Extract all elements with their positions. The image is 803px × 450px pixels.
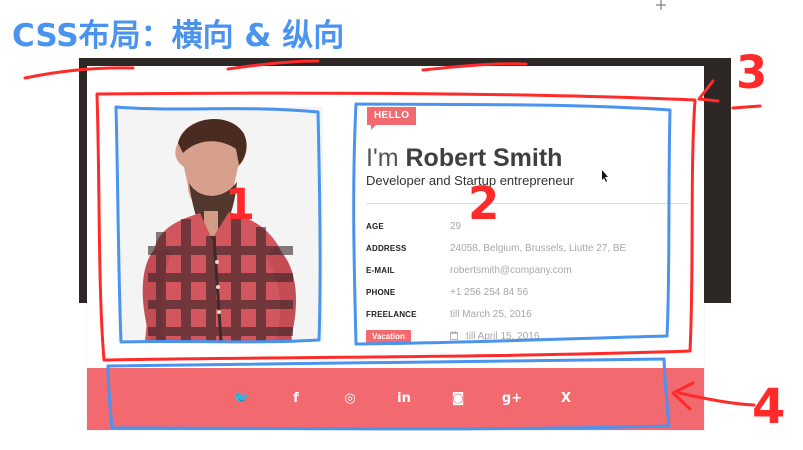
vacation-badge: Vacation [366,330,411,344]
detail-label-email: E-MAIL [366,266,395,275]
profile-card: HELLO I'm Robert Smith Developer and Sta… [87,66,704,430]
profile-name: Robert Smith [405,144,563,172]
profile-photo [118,107,323,341]
annotation-marker-3: 3 [736,46,767,99]
detail-row-address: ADDRESS 24058, Belgium, Brussels, Liutte… [366,238,686,260]
detail-value-phone[interactable]: +1 256 254 84 56 [450,282,528,304]
detail-row-age: AGE 29 [366,216,686,238]
person-photo-illustration [118,107,323,341]
detail-value-freelance: till March 25, 2016 [450,309,532,320]
linkedin-icon[interactable]: in [392,387,416,411]
detail-label-address: ADDRESS [366,244,407,253]
detail-row-vacation: Vacation till April 15, 2016 [366,326,686,348]
name-prefix: I'm [366,144,399,172]
hello-badge: HELLO [367,107,417,130]
social-links-bar: 🐦 f ◎ in ◙ g+ X [87,368,704,430]
detail-row-phone: PHONE +1 256 254 84 56 [366,282,686,304]
annotation-heading: CSS布局：横向 & 纵向 [12,18,344,54]
profile-details-list: AGE 29 ADDRESS 24058, Belgium, Brussels,… [366,216,686,348]
detail-label-freelance: FREELANCE [366,310,417,319]
screenshot-stage: HELLO I'm Robert Smith Developer and Sta… [0,0,803,450]
facebook-icon[interactable]: f [284,387,308,411]
instagram-icon[interactable]: ◙ [446,387,470,411]
profile-tagline: Developer and Startup entrepreneur [366,173,575,188]
profile-name-heading: I'm Robert Smith [366,143,562,173]
detail-row-freelance: FREELANCE till March 25, 2016 [366,304,686,326]
xing-icon[interactable]: X [554,387,578,411]
profile-divider [366,203,689,204]
detail-value-email[interactable]: robertsmith@company.com [450,260,572,282]
google-plus-icon[interactable]: g+ [500,387,524,411]
detail-label-age: AGE [366,222,384,231]
annotation-marker-4: 4 [752,379,785,435]
calendar-icon [450,331,458,340]
detail-value-address: 24058, Belgium, Brussels, Liutte 27, BE [450,243,627,254]
detail-label-phone: PHONE [366,288,396,297]
detail-value-vacation: till April 15, 2016 [466,331,540,342]
top-cross-icon [656,0,666,10]
profile-card-content: HELLO I'm Robert Smith Developer and Sta… [87,66,704,368]
detail-row-email: E-MAIL robertsmith@company.com [366,260,686,282]
twitter-icon[interactable]: 🐦 [230,387,254,411]
dribbble-icon[interactable]: ◎ [338,387,362,411]
detail-value-age: 29 [450,221,462,232]
social-icons-list: 🐦 f ◎ in ◙ g+ X [230,387,571,411]
